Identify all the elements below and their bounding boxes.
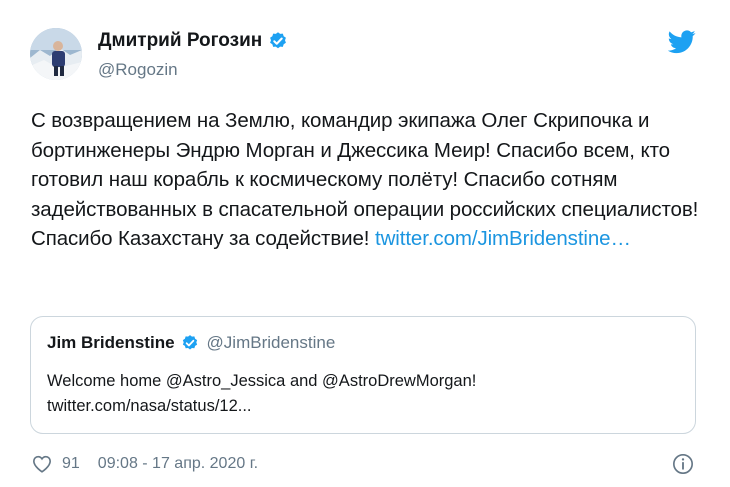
tweet-card: Дмитрий Рогозин @Rogozin С возвращением … <box>0 0 730 487</box>
like-count[interactable]: 91 <box>62 455 80 473</box>
quoted-tweet-text: Welcome home @Astro_Jessica and @AstroDr… <box>47 369 667 419</box>
quoted-tweet[interactable]: Jim Bridenstine @JimBridenstine Welcome … <box>30 316 696 434</box>
info-icon[interactable] <box>672 453 694 475</box>
author-display-name[interactable]: Дмитрий Рогозин <box>98 30 262 52</box>
author-name-row[interactable]: Дмитрий Рогозин <box>98 30 288 52</box>
quoted-tweet-line: twitter.com/nasa/status/12... <box>47 397 252 415</box>
quoted-author-name: Jim Bridenstine <box>47 333 175 352</box>
tweet-text: С возвращением на Землю, командир экипаж… <box>31 106 701 254</box>
tweet-footer: 91 09:08 - 17 апр. 2020 г. <box>32 455 258 473</box>
tweet-link[interactable]: twitter.com/JimBridenstine… <box>375 227 631 250</box>
tweet-timestamp[interactable]: 09:08 - 17 апр. 2020 г. <box>98 455 258 473</box>
quoted-author-handle: @JimBridenstine <box>206 333 336 352</box>
heart-icon[interactable] <box>32 455 52 473</box>
verified-badge-icon <box>182 335 197 350</box>
verified-badge-icon <box>270 32 287 49</box>
avatar-image <box>30 28 82 80</box>
quoted-tweet-line: Welcome home @Astro_Jessica and @AstroDr… <box>47 372 477 390</box>
avatar[interactable] <box>30 28 82 80</box>
twitter-bird-icon[interactable] <box>668 30 696 54</box>
author-handle[interactable]: @Rogozin <box>98 60 178 80</box>
quoted-tweet-header: Jim Bridenstine @JimBridenstine <box>47 333 335 353</box>
